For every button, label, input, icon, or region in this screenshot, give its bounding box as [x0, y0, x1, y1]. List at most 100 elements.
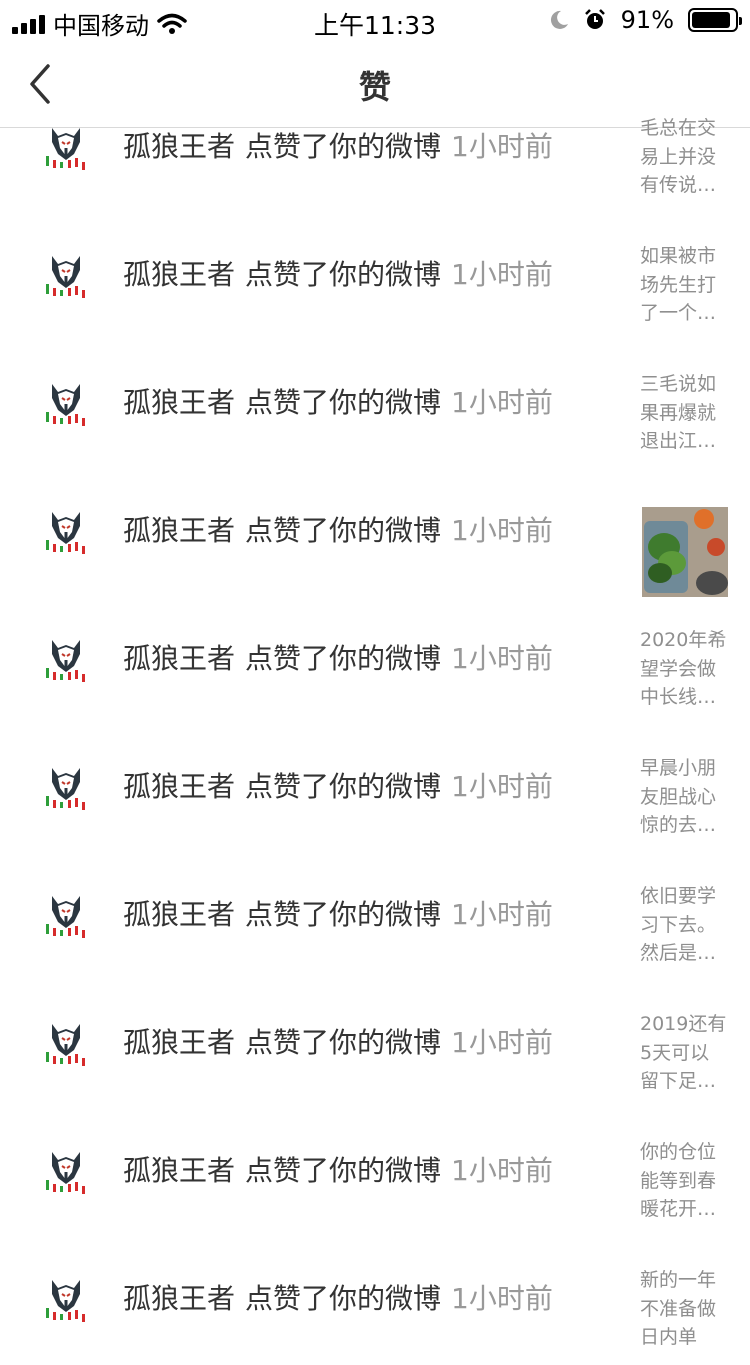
wolf-avatar-icon[interactable] [44, 510, 88, 556]
like-notification-row[interactable]: 孤狼王者 点赞了你的微博 1小时前 早晨小朋友胆战心惊的去… [0, 725, 750, 853]
post-preview-line: 有传说… [640, 174, 717, 196]
action-text: 点赞了你的微博 [245, 514, 442, 547]
timestamp: 1小时前 [451, 1282, 553, 1315]
like-notification-row[interactable]: 孤狼王者 点赞了你的微博 1小时前 2020年希 望学会做中长线… [0, 597, 750, 725]
battery-icon [688, 8, 742, 32]
notification-text: 孤狼王者 点赞了你的微博 1小时前 [123, 511, 553, 551]
action-text: 点赞了你的微博 [245, 1282, 442, 1315]
post-preview-line: 惊的去… [640, 814, 717, 836]
post-preview[interactable]: 三毛说如果再爆就退出江… [640, 370, 732, 456]
like-notification-row[interactable]: 孤狼王者 点赞了你的微博 1小时前 2019还有 5天可以留下足… [0, 981, 750, 1109]
likes-list[interactable]: 孤狼王者 点赞了你的微博 1小时前 毛总在交 易上并没 有传说… 孤狼王者 点赞了你的微博… [0, 85, 750, 1365]
wolf-avatar-icon[interactable] [44, 766, 88, 812]
post-preview-line: 2019还有 [640, 1013, 727, 1035]
wolf-avatar-icon[interactable] [44, 894, 88, 940]
post-preview[interactable]: 2020年希 望学会做中长线… [640, 626, 732, 712]
post-preview-line: 2020年希 [640, 629, 727, 651]
status-bar: 中国移动 上午11:33 91% [0, 0, 750, 40]
action-text: 点赞了你的微博 [245, 258, 442, 291]
like-notification-row[interactable]: 孤狼王者 点赞了你的微博 1小时前 你的仓位能等到春暖花开… [0, 1109, 750, 1237]
like-notification-row[interactable]: 孤狼王者 点赞了你的微博 1小时前 [0, 469, 750, 597]
post-preview-line: 果再爆就 [640, 401, 717, 424]
user-name[interactable]: 孤狼王者 [123, 898, 235, 931]
post-preview[interactable]: 新的一年不准备做日内单 [640, 1266, 732, 1352]
post-preview-line: 然后是… [640, 942, 717, 964]
post-preview-line: 三毛说如 [640, 373, 717, 395]
alarm-icon [584, 9, 605, 29]
wolf-avatar-icon[interactable] [44, 638, 88, 684]
user-name[interactable]: 孤狼王者 [123, 386, 235, 419]
moon-icon [550, 10, 568, 29]
post-preview-line: 早晨小朋 [640, 757, 717, 779]
post-preview-line: 毛总在交 [640, 117, 717, 139]
notification-text: 孤狼王者 点赞了你的微博 1小时前 [123, 767, 553, 807]
like-notification-row[interactable]: 孤狼王者 点赞了你的微博 1小时前 毛总在交易上并没有传说… [0, 85, 750, 213]
post-preview-line: 你的仓位 [640, 1141, 717, 1163]
post-preview[interactable]: 如果被市场先生打了一个… [640, 242, 732, 328]
wolf-avatar-icon[interactable] [44, 1278, 88, 1324]
post-preview-line: 如果被市 [640, 245, 717, 267]
notification-text: 孤狼王者 点赞了你的微博 1小时前 [123, 1023, 553, 1063]
post-preview[interactable]: 你的仓位能等到春暖花开… [640, 1138, 732, 1224]
action-text: 点赞了你的微博 [245, 770, 442, 803]
notification-text: 孤狼王者 点赞了你的微博 1小时前 [123, 383, 553, 423]
like-notification-row[interactable]: 孤狼王者 点赞了你的微博 1小时前 新的一年不准备做日内单 [0, 1237, 750, 1365]
timestamp: 1小时前 [451, 1026, 553, 1059]
like-notification-row[interactable]: 孤狼王者 点赞了你的微博 1小时前 依旧要学 习下去。 然后是… [0, 853, 750, 981]
battery-percent: 91% [620, 6, 674, 34]
post-preview-line: 留下足… [640, 1070, 717, 1092]
post-preview-line: 依旧要学 [640, 885, 717, 907]
post-thumbnail[interactable] [642, 507, 728, 597]
notification-text: 孤狼王者 点赞了你的微博 1小时前 [123, 255, 553, 295]
notification-text: 孤狼王者 点赞了你的微博 1小时前 [123, 639, 553, 679]
wolf-avatar-icon[interactable] [44, 126, 88, 172]
user-name[interactable]: 孤狼王者 [123, 770, 235, 803]
wolf-avatar-icon[interactable] [44, 254, 88, 300]
status-right: 91% [549, 6, 742, 34]
notification-text: 孤狼王者 点赞了你的微博 1小时前 [123, 895, 553, 935]
like-notification-row[interactable]: 孤狼王者 点赞了你的微博 1小时前 三毛说如果再爆就退出江… [0, 341, 750, 469]
post-preview-line: 友胆战心 [640, 785, 717, 808]
post-preview[interactable]: 2019还有 5天可以留下足… [640, 1010, 732, 1096]
user-name[interactable]: 孤狼王者 [123, 1154, 235, 1187]
timestamp: 1小时前 [451, 1154, 553, 1187]
post-preview[interactable]: 毛总在交易上并没有传说… [640, 114, 732, 200]
user-name[interactable]: 孤狼王者 [123, 1282, 235, 1315]
post-preview-line: 暖花开… [640, 1198, 717, 1220]
post-preview-line: 望学会做 [640, 657, 717, 680]
user-name[interactable]: 孤狼王者 [123, 514, 235, 547]
post-preview-line: 不准备做 [640, 1297, 717, 1320]
timestamp: 1小时前 [451, 770, 553, 803]
user-name[interactable]: 孤狼王者 [123, 642, 235, 675]
action-text: 点赞了你的微博 [245, 386, 442, 419]
timestamp: 1小时前 [451, 514, 553, 547]
post-preview-line: 退出江… [640, 430, 717, 452]
wolf-avatar-icon[interactable] [44, 382, 88, 428]
timestamp: 1小时前 [451, 898, 553, 931]
user-name[interactable]: 孤狼王者 [123, 1026, 235, 1059]
action-text: 点赞了你的微博 [245, 642, 442, 675]
user-name[interactable]: 孤狼王者 [123, 258, 235, 291]
post-preview-line: 场先生打 [640, 273, 717, 296]
post-preview-line: 日内单 [640, 1326, 698, 1348]
action-text: 点赞了你的微博 [245, 1026, 442, 1059]
wolf-avatar-icon[interactable] [44, 1022, 88, 1068]
user-name[interactable]: 孤狼王者 [123, 130, 235, 163]
timestamp: 1小时前 [451, 130, 553, 163]
post-preview[interactable]: 早晨小朋友胆战心惊的去… [640, 754, 732, 840]
like-notification-row[interactable]: 孤狼王者 点赞了你的微博 1小时前 如果被市场先生打了一个… [0, 213, 750, 341]
action-text: 点赞了你的微博 [245, 1154, 442, 1187]
post-preview-line: 5天可以 [640, 1041, 710, 1064]
timestamp: 1小时前 [451, 386, 553, 419]
timestamp: 1小时前 [451, 258, 553, 291]
post-preview-line: 中长线… [640, 686, 717, 708]
action-text: 点赞了你的微博 [245, 130, 442, 163]
post-preview-line: 能等到春 [640, 1169, 717, 1192]
post-preview-line: 新的一年 [640, 1269, 717, 1291]
action-text: 点赞了你的微博 [245, 898, 442, 931]
post-preview[interactable]: 依旧要学 习下去。 然后是… [640, 882, 732, 968]
timestamp: 1小时前 [451, 642, 553, 675]
post-preview-line: 了一个… [640, 302, 717, 324]
post-preview-line: 易上并没 [640, 145, 717, 168]
wolf-avatar-icon[interactable] [44, 1150, 88, 1196]
